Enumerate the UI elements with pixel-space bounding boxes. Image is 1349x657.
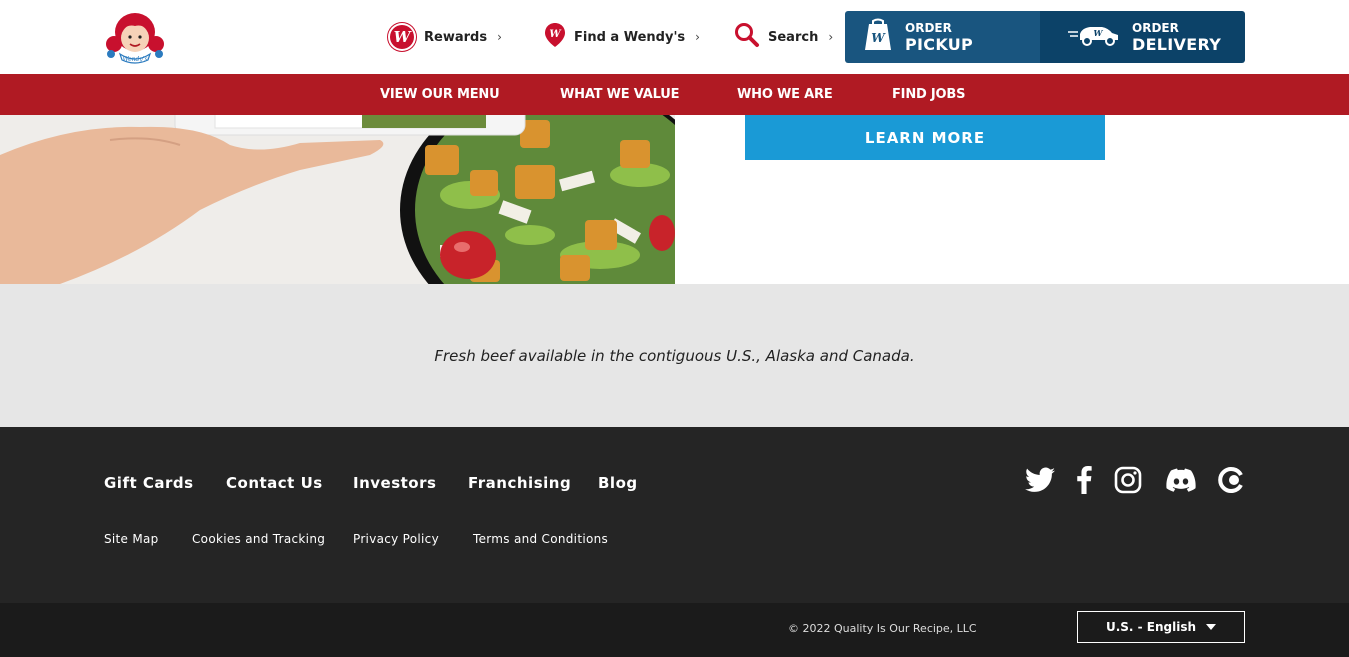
- delivery-car-icon: W: [1068, 22, 1120, 52]
- footer-cookies-tracking[interactable]: Cookies and Tracking: [192, 532, 325, 546]
- main-nav: VIEW OUR MENU WHAT WE VALUE WHO WE ARE F…: [0, 74, 1349, 115]
- order-buttons: W ORDER PICKUP W ORDER DELIVERY: [845, 11, 1245, 63]
- site-header: Wendy's W Rewards › W Find a Wendy's › S…: [0, 0, 1349, 74]
- order-delivery-button[interactable]: W ORDER DELIVERY: [1040, 11, 1245, 63]
- footer-site-map[interactable]: Site Map: [104, 532, 159, 546]
- chevron-right-icon: ›: [497, 30, 502, 44]
- svg-text:W: W: [1094, 28, 1104, 38]
- discord-icon[interactable]: [1166, 465, 1196, 495]
- promo-section: LEARN MORE: [0, 115, 1349, 284]
- crunchyroll-icon[interactable]: [1216, 465, 1246, 495]
- nav-what-we-value[interactable]: WHAT WE VALUE: [560, 74, 680, 115]
- nav-who-we-are[interactable]: WHO WE ARE: [737, 74, 833, 115]
- footer-terms-conditions[interactable]: Terms and Conditions: [473, 532, 608, 546]
- rewards-label: Rewards: [424, 29, 488, 45]
- language-label: U.S. - English: [1105, 620, 1197, 634]
- rewards-icon: W: [388, 23, 416, 51]
- svg-text:Wendy's: Wendy's: [122, 56, 147, 63]
- learn-more-button[interactable]: LEARN MORE: [745, 115, 1105, 160]
- search-icon: [734, 22, 760, 52]
- disclaimer-text: Fresh beef available in the contiguous U…: [434, 346, 915, 365]
- location-pin-icon: W: [544, 22, 566, 52]
- order-pickup-button[interactable]: W ORDER PICKUP: [845, 11, 1040, 63]
- instagram-icon[interactable]: [1113, 465, 1143, 495]
- site-footer: Gift Cards Contact Us Investors Franchis…: [0, 427, 1349, 603]
- facebook-icon[interactable]: [1069, 465, 1099, 495]
- twitter-icon[interactable]: [1025, 465, 1055, 495]
- footer-gift-cards[interactable]: Gift Cards: [104, 474, 194, 492]
- find-a-wendys-link[interactable]: W Find a Wendy's ›: [544, 22, 700, 52]
- footer-contact-us[interactable]: Contact Us: [226, 474, 323, 492]
- chevron-right-icon: ›: [695, 30, 700, 44]
- chevron-down-icon: [1206, 624, 1217, 630]
- language-selector[interactable]: U.S. - English: [1077, 611, 1245, 643]
- rewards-link[interactable]: W Rewards ›: [388, 22, 502, 52]
- nav-find-jobs[interactable]: FIND JOBS: [892, 74, 965, 115]
- nav-view-our-menu[interactable]: VIEW OUR MENU: [380, 74, 500, 115]
- copyright-text: © 2022 Quality Is Our Recipe, LLC: [788, 622, 977, 635]
- footer-blog[interactable]: Blog: [598, 474, 638, 492]
- search-link[interactable]: Search ›: [734, 22, 833, 52]
- find-label: Find a Wendy's: [574, 29, 686, 45]
- fresh-beef-disclaimer: Fresh beef available in the contiguous U…: [0, 284, 1349, 427]
- footer-bottom-bar: © 2022 Quality Is Our Recipe, LLC U.S. -…: [0, 603, 1349, 657]
- wendys-logo[interactable]: Wendy's: [104, 8, 166, 66]
- footer-privacy-policy[interactable]: Privacy Policy: [353, 532, 439, 546]
- footer-investors[interactable]: Investors: [353, 474, 436, 492]
- salad-phone-image: [0, 115, 675, 284]
- order-pickup-small: ORDER: [905, 20, 952, 35]
- pickup-bag-icon: W: [863, 18, 893, 56]
- search-label: Search: [768, 29, 819, 45]
- order-pickup-big: PICKUP: [905, 34, 974, 54]
- footer-franchising[interactable]: Franchising: [468, 474, 571, 492]
- order-delivery-big: DELIVERY: [1132, 34, 1222, 54]
- svg-text:W: W: [549, 29, 562, 40]
- order-delivery-small: ORDER: [1132, 20, 1179, 35]
- svg-text:W: W: [871, 31, 886, 45]
- chevron-right-icon: ›: [828, 30, 834, 44]
